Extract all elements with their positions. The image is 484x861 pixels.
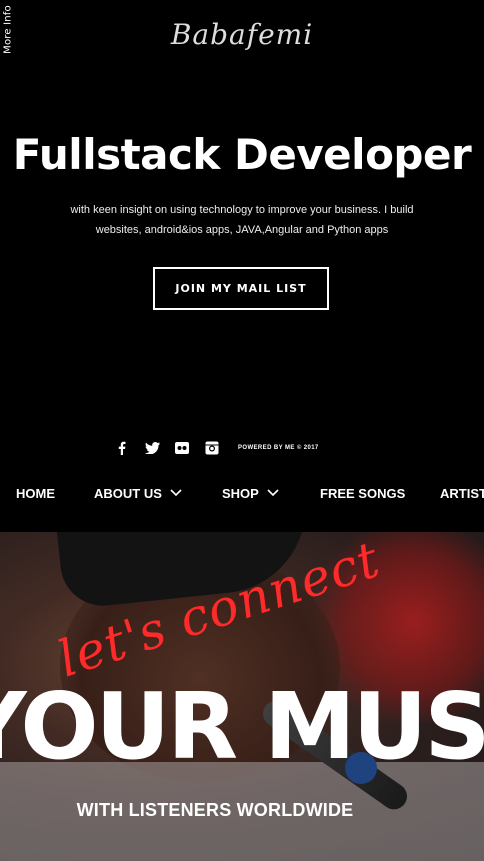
site-logo[interactable]: Babafemi (0, 18, 484, 51)
nav-item-label: SHOP (222, 485, 259, 501)
nav-item-shop[interactable]: SHOP (222, 482, 279, 504)
social-bar: POWERED BY ME © 2017 (114, 438, 319, 458)
nav-item-label: ARTIST (440, 485, 484, 501)
main-nav: HOME ABOUT US SHOP FREE SONGS ARTIST (0, 462, 484, 532)
flickr-icon[interactable] (174, 440, 190, 456)
facebook-icon[interactable] (114, 440, 130, 456)
nav-item-free-songs[interactable]: FREE SONGS (320, 482, 405, 504)
nav-item-label: HOME (16, 485, 55, 501)
twitter-icon[interactable] (144, 440, 160, 456)
nav-item-label: ABOUT US (94, 485, 162, 501)
hero-banner: YOUR MUSIC let's connect WITH LISTENERS … (0, 532, 484, 861)
page-headline: Fullstack Developer (12, 130, 472, 179)
powered-by-text: POWERED BY ME © 2017 (238, 445, 319, 451)
hero-tagline: WITH LISTENERS WORLDWIDE (76, 800, 354, 820)
nav-item-about-us[interactable]: ABOUT US (94, 482, 182, 504)
chevron-down-icon (170, 489, 182, 497)
chevron-down-icon (267, 489, 279, 497)
nav-item-artist[interactable]: ARTIST (440, 482, 484, 504)
header-section: More Info Babafemi Fullstack Developer w… (0, 0, 484, 462)
nav-item-label: FREE SONGS (320, 485, 406, 501)
intro-text: with keen insight on using technology to… (70, 204, 414, 236)
hero-big-text: YOUR MUSIC (0, 673, 484, 780)
join-mail-list-button[interactable]: JOIN MY MAIL LIST (153, 267, 329, 310)
instagram-icon[interactable] (204, 440, 220, 456)
nav-item-home[interactable]: HOME (16, 482, 55, 504)
